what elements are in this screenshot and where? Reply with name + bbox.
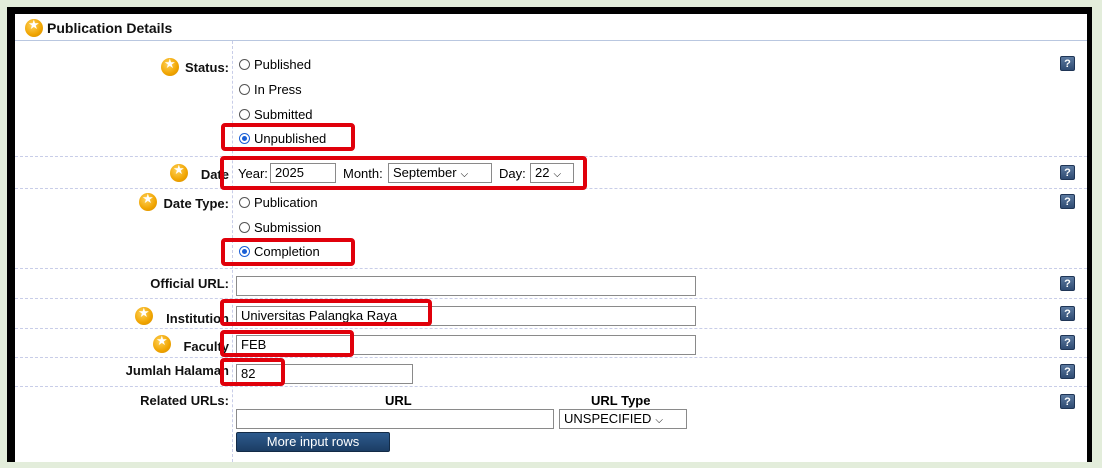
radio-circle[interactable] bbox=[239, 59, 250, 70]
radio-circle[interactable] bbox=[239, 84, 250, 95]
date-type-option-publication[interactable]: Publication bbox=[239, 195, 318, 210]
highlight-box bbox=[221, 238, 355, 266]
highlight-box bbox=[220, 358, 285, 386]
help-icon[interactable]: ? bbox=[1060, 364, 1075, 379]
official-url-input[interactable] bbox=[236, 276, 696, 296]
help-icon[interactable]: ? bbox=[1060, 165, 1075, 180]
url-type-column-header: URL Type bbox=[591, 393, 651, 408]
status-option-published[interactable]: Published bbox=[239, 57, 311, 72]
required-star-icon bbox=[170, 163, 188, 182]
jumlah-halaman-label: Jumlah Halaman bbox=[125, 363, 229, 378]
required-star-icon bbox=[139, 192, 157, 211]
related-urls-label: Related URLs: bbox=[140, 393, 229, 408]
highlight-box bbox=[220, 330, 354, 357]
url-type-select[interactable]: UNSPECIFIED ⌵ bbox=[559, 409, 687, 429]
help-icon[interactable]: ? bbox=[1060, 56, 1075, 71]
panel-header: Publication Details bbox=[15, 14, 1087, 41]
help-icon[interactable]: ? bbox=[1060, 394, 1075, 409]
help-icon[interactable]: ? bbox=[1060, 194, 1075, 209]
help-icon[interactable]: ? bbox=[1060, 335, 1075, 350]
highlight-box bbox=[221, 123, 355, 151]
required-star-icon bbox=[153, 334, 171, 353]
star-icon bbox=[25, 18, 43, 37]
highlight-box bbox=[220, 156, 587, 190]
panel-title: Publication Details bbox=[47, 20, 173, 36]
required-star-icon bbox=[161, 57, 179, 76]
help-icon[interactable]: ? bbox=[1060, 306, 1075, 321]
url-column-header: URL bbox=[385, 393, 412, 408]
publication-details-panel: Publication Details Status: Published In… bbox=[15, 14, 1087, 462]
official-url-label: Official URL: bbox=[150, 276, 229, 291]
required-star-icon bbox=[135, 306, 153, 325]
related-url-input[interactable] bbox=[236, 409, 554, 429]
help-icon[interactable]: ? bbox=[1060, 276, 1075, 291]
date-type-option-submission[interactable]: Submission bbox=[239, 220, 321, 235]
radio-circle[interactable] bbox=[239, 197, 250, 208]
highlight-box bbox=[220, 299, 432, 326]
date-type-label: Date Type: bbox=[163, 196, 230, 211]
status-option-in-press[interactable]: In Press bbox=[239, 82, 302, 97]
status-row bbox=[15, 41, 1087, 157]
status-label: Status: bbox=[184, 60, 229, 75]
chevron-down-icon: ⌵ bbox=[655, 415, 663, 426]
radio-circle[interactable] bbox=[239, 222, 250, 233]
more-input-rows-button[interactable]: More input rows bbox=[236, 432, 390, 452]
status-option-submitted[interactable]: Submitted bbox=[239, 107, 313, 122]
radio-circle[interactable] bbox=[239, 109, 250, 120]
